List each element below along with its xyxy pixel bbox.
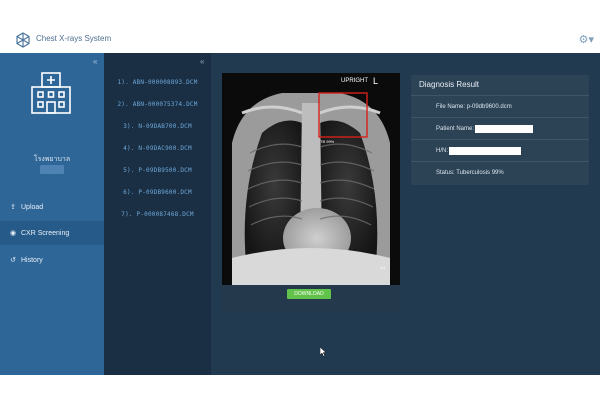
- gear-icon[interactable]: ⚙▾: [579, 33, 594, 46]
- image-counter: 1/1: [380, 265, 386, 270]
- file-name-label: File Name: p-09db9600.dcm: [436, 103, 512, 110]
- header: Chest X-rays System ⚙▾: [0, 27, 600, 54]
- hn-field[interactable]: [449, 146, 521, 155]
- file-item[interactable]: 1). ABN-000008893.DCM: [104, 79, 211, 86]
- status-row: Status: Tuberculosis 99%: [411, 162, 589, 183]
- status-label: Status: Tuberculosis 99%: [436, 169, 504, 176]
- patient-name-label: Patient Name:: [436, 125, 475, 132]
- hn-label: H/N:: [436, 147, 448, 154]
- patient-name-field[interactable]: [475, 124, 534, 133]
- file-item[interactable]: 2). ABN-000075374.DCM: [104, 101, 211, 108]
- file-list: « 1). ABN-000008893.DCM 2). ABN-00007537…: [104, 53, 211, 375]
- download-bar: DOWNLOAD: [222, 285, 400, 313]
- nav-history[interactable]: ↺ History: [0, 248, 104, 272]
- sidebar: « โรงพยาบาล ⇪ Upload ◉ CXR Screening ↺ H…: [0, 53, 104, 375]
- file-item[interactable]: 6). P-09DB9600.DCM: [104, 189, 211, 196]
- nav-upload[interactable]: ⇪ Upload: [0, 195, 104, 219]
- diagnosis-title: Diagnosis Result: [419, 80, 480, 89]
- hospital-icon: [31, 72, 71, 114]
- download-button[interactable]: DOWNLOAD: [287, 289, 331, 299]
- mouse-cursor-icon: [320, 347, 327, 357]
- logo-icon: [16, 32, 30, 48]
- xray-panel: UPRIGHT L TB 99% 1/1 DOWNLOAD: [222, 73, 400, 313]
- hospital-sub-badge: [40, 165, 64, 174]
- detection-label: TB 99%: [320, 139, 335, 144]
- hn-row: H/N:: [411, 140, 589, 162]
- nav-history-label: History: [21, 256, 43, 264]
- file-item[interactable]: 5). P-09DB9500.DCM: [104, 167, 211, 174]
- upright-label: UPRIGHT: [341, 78, 368, 84]
- file-item[interactable]: 7). P-000087468.DCM: [104, 211, 211, 218]
- file-item[interactable]: 3). N-09DAB700.DCM: [104, 123, 211, 130]
- file-item[interactable]: 4). N-09DAC900.DCM: [104, 145, 211, 152]
- history-icon: ↺: [10, 257, 16, 264]
- patient-name-row: Patient Name:: [411, 118, 589, 140]
- file-name-row: File Name: p-09db9600.dcm: [411, 96, 589, 118]
- upload-icon: ⇪: [10, 204, 16, 211]
- app-title: Chest X-rays System: [36, 34, 112, 43]
- eye-icon: ◉: [9, 230, 17, 237]
- nav-upload-label: Upload: [21, 203, 44, 211]
- collapse-sidebar-icon[interactable]: «: [93, 57, 97, 66]
- nav-cxr-screening[interactable]: ◉ CXR Screening: [0, 221, 104, 245]
- xray-image: UPRIGHT L TB 99% 1/1: [222, 73, 400, 285]
- hospital-label: โรงพยาบาล: [33, 156, 71, 163]
- main-panel: UPRIGHT L TB 99% 1/1 DOWNLOAD Diagnosis …: [211, 53, 600, 375]
- marker-letter: L: [373, 76, 378, 86]
- diagnosis-result-panel: Diagnosis Result File Name: p-09db9600.d…: [411, 75, 589, 185]
- collapse-filelist-icon[interactable]: «: [200, 57, 204, 66]
- bottom-bar: [0, 375, 600, 400]
- app-window: Chest X-rays System ⚙▾ « โรงพยาบาล ⇪ Upl…: [0, 27, 600, 375]
- nav-cxr-label: CXR Screening: [21, 229, 70, 237]
